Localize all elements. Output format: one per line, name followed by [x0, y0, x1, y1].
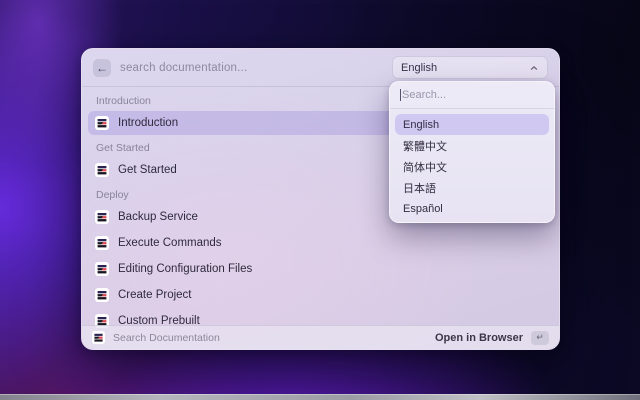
zeabur-logo-icon [95, 288, 109, 302]
zeabur-logo-icon [95, 262, 109, 276]
language-option-japanese[interactable]: 日本語 [395, 177, 549, 198]
status-footer: Search Documentation Open in Browser ↵ [82, 325, 559, 349]
zeabur-logo-icon [95, 163, 109, 177]
list-item-label: Introduction [118, 117, 178, 129]
list-item-label: Editing Configuration Files [118, 263, 252, 275]
dropdown-search-row[interactable]: Search... [390, 82, 554, 108]
zeabur-logo-icon [95, 236, 109, 250]
dropdown-options: English 繁體中文 简体中文 日本語 Español [390, 109, 554, 223]
list-item-label: Backup Service [118, 211, 198, 223]
language-select[interactable]: English [392, 56, 548, 79]
back-arrow-icon: ← [96, 62, 108, 74]
chevron-up-icon [529, 63, 539, 73]
background-dock-strip [0, 394, 640, 400]
list-item-label: Get Started [118, 164, 177, 176]
language-option-traditional-chinese[interactable]: 繁體中文 [395, 135, 549, 156]
dropdown-search-input[interactable]: Search... [402, 89, 446, 101]
list-item-editing-configuration-files[interactable]: Editing Configuration Files [88, 257, 553, 281]
back-button[interactable]: ← [93, 59, 111, 77]
open-in-browser-button[interactable]: Open in Browser [435, 332, 523, 344]
text-cursor [400, 89, 401, 101]
footer-title: Search Documentation [113, 332, 427, 344]
search-documentation-window: ← search documentation... English Introd… [81, 48, 560, 350]
list-item-execute-commands[interactable]: Execute Commands [88, 231, 553, 255]
language-dropdown-panel: Search... English 繁體中文 简体中文 日本語 Español [389, 81, 555, 223]
zeabur-logo-icon [95, 210, 109, 224]
enter-key-badge: ↵ [531, 331, 549, 345]
language-select-value: English [401, 62, 437, 74]
language-option-simplified-chinese[interactable]: 简体中文 [395, 156, 549, 177]
enter-key-icon: ↵ [536, 332, 544, 343]
zeabur-logo-icon [95, 116, 109, 130]
language-option-spanish[interactable]: Español [395, 198, 549, 219]
language-option-english[interactable]: English [395, 114, 549, 135]
list-item-create-project[interactable]: Create Project [88, 283, 553, 307]
zeabur-logo-icon [92, 331, 105, 344]
list-item-label: Create Project [118, 289, 192, 301]
search-input[interactable]: search documentation... [120, 62, 383, 74]
list-item-label: Execute Commands [118, 237, 222, 249]
